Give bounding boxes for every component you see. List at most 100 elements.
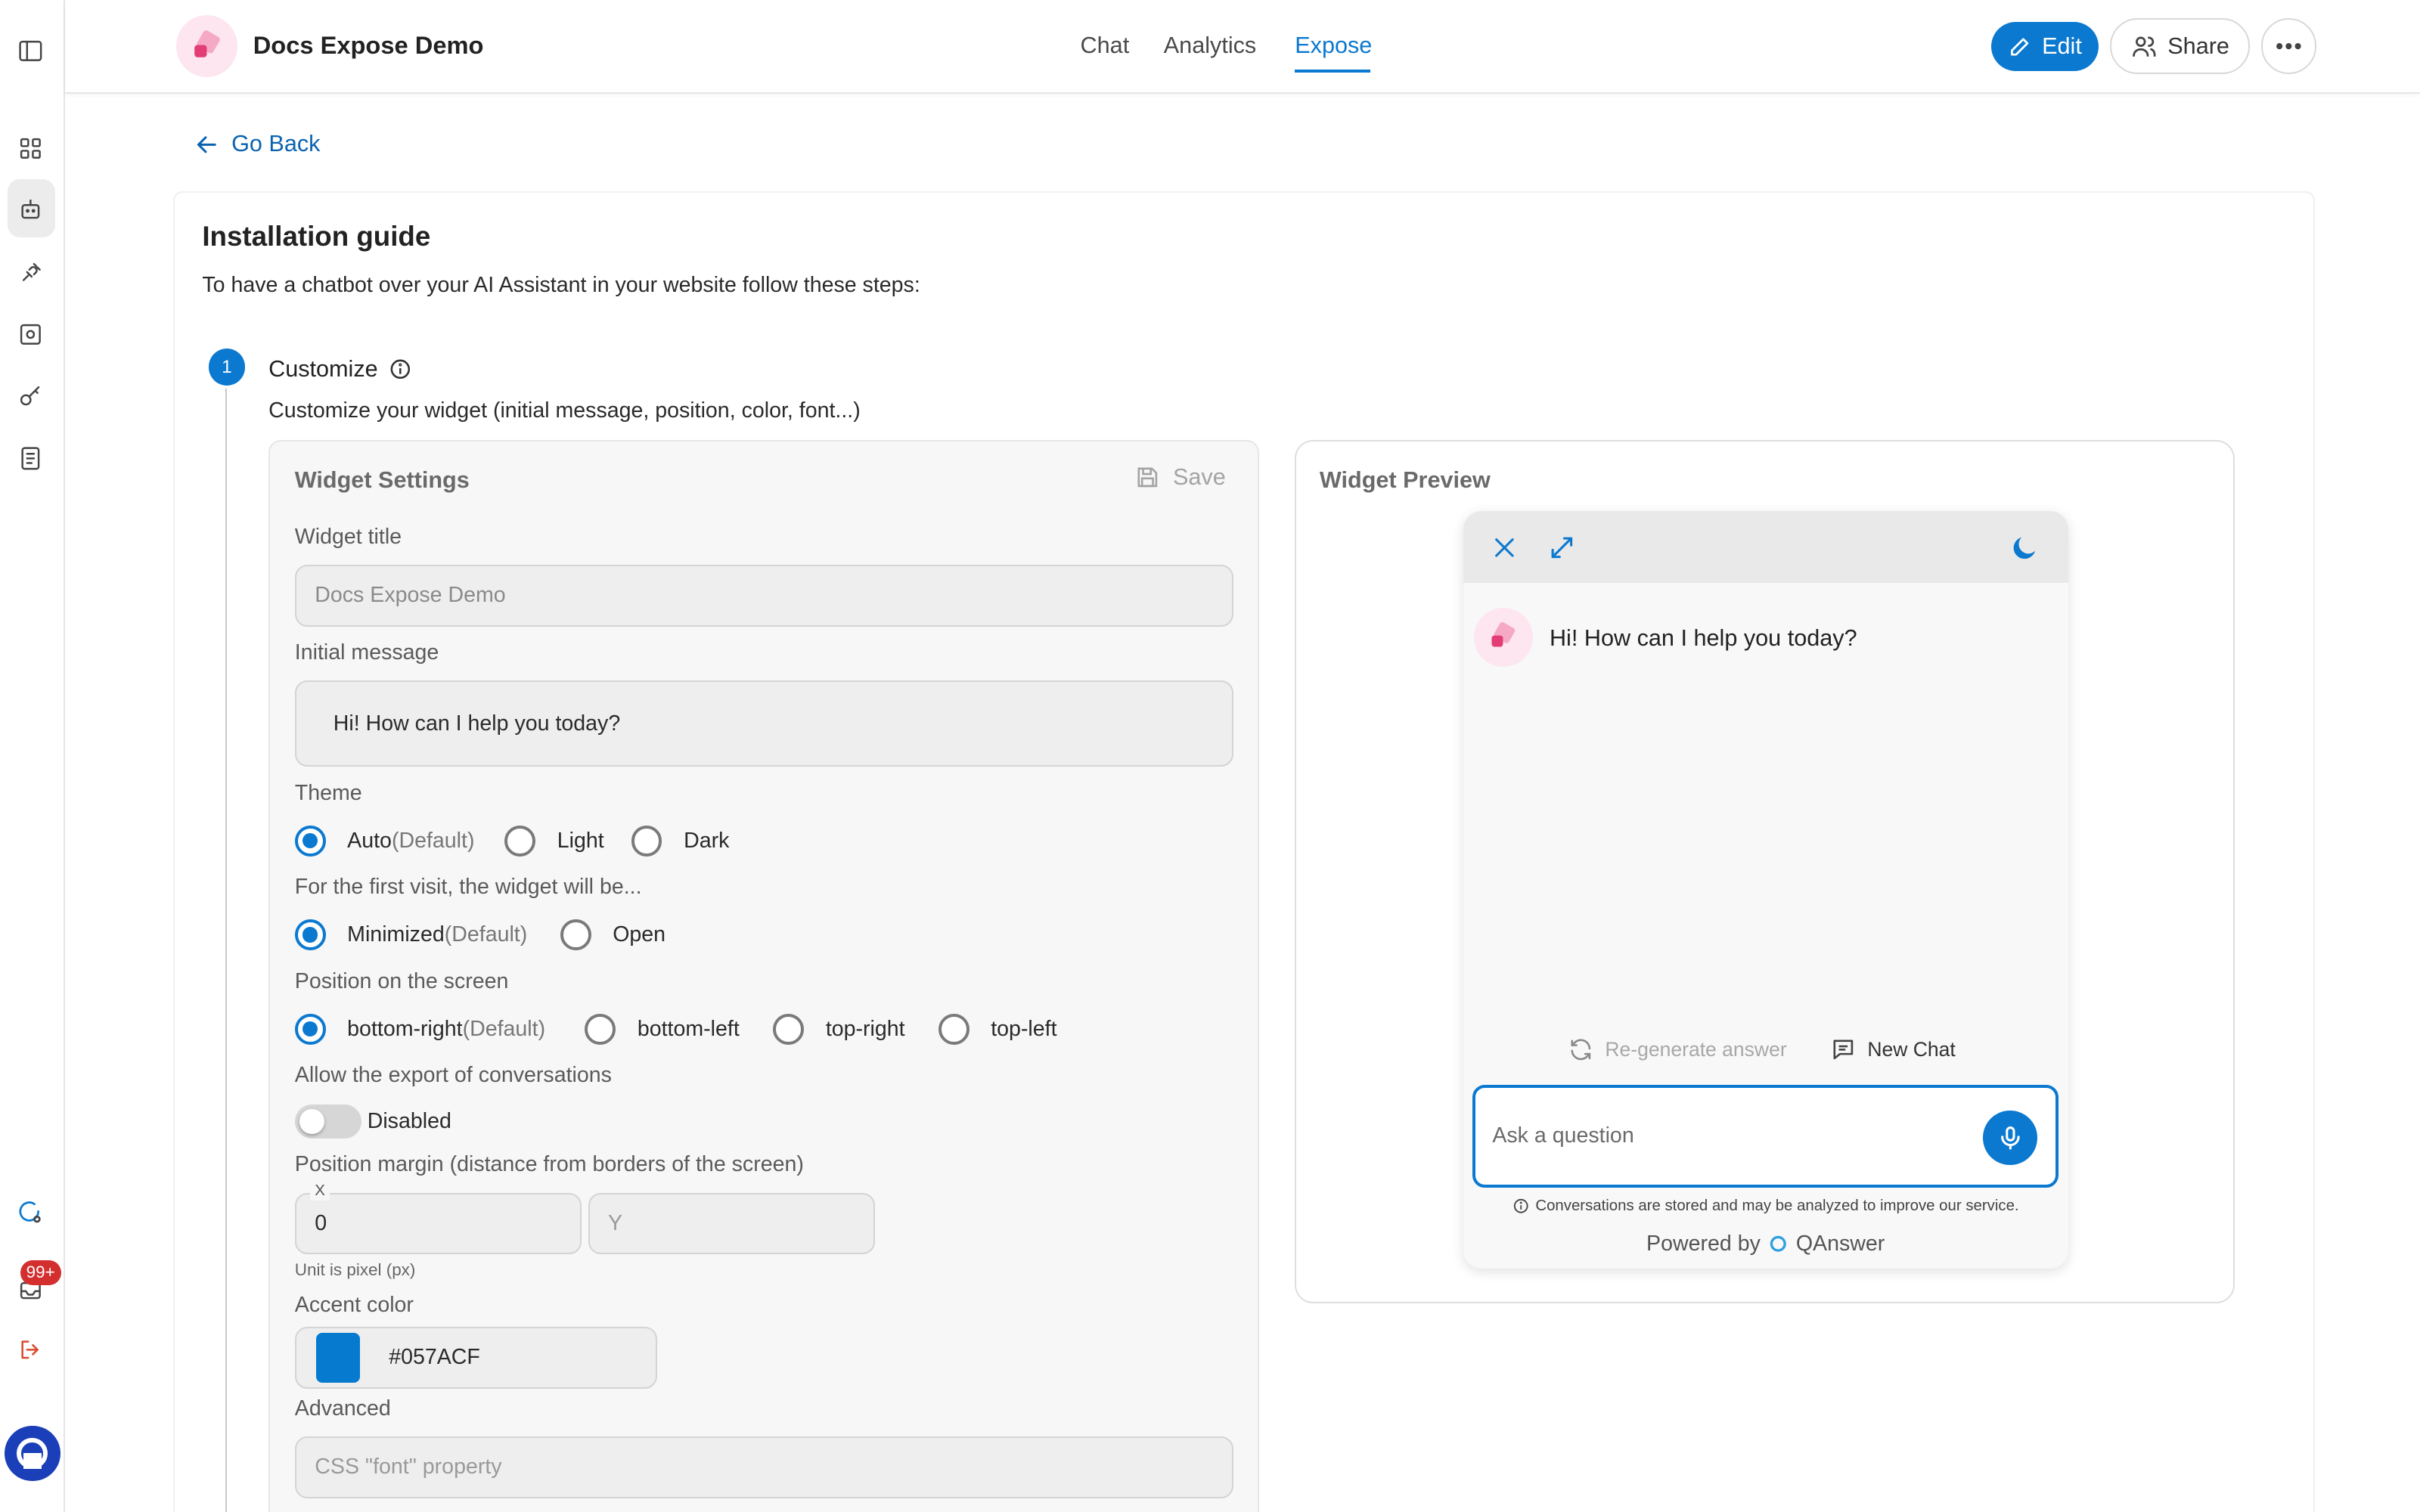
save-icon bbox=[1137, 467, 1158, 488]
new-chat-label: New Chat bbox=[1867, 1038, 1956, 1061]
question-input[interactable]: Ask a question bbox=[1472, 1084, 2059, 1188]
bot-avatar bbox=[1473, 608, 1533, 667]
theme-light-label: Light bbox=[557, 828, 604, 853]
margin-label: Position margin (distance from borders o… bbox=[294, 1152, 804, 1177]
qanswer-user-icon[interactable] bbox=[15, 1196, 46, 1227]
regenerate-button[interactable]: Re-generate answer bbox=[1568, 1036, 1787, 1063]
theme-dark-radio[interactable] bbox=[631, 825, 662, 857]
first-visit-label: For the first visit, the widget will be.… bbox=[294, 875, 642, 900]
position-label: Position on the screen bbox=[294, 968, 509, 993]
info-small-icon bbox=[1513, 1198, 1528, 1213]
question-placeholder: Ask a question bbox=[1492, 1123, 1634, 1148]
go-back-label: Go Back bbox=[231, 131, 321, 157]
info-icon[interactable] bbox=[389, 358, 412, 387]
open-radio[interactable] bbox=[560, 919, 591, 951]
advanced-label: Advanced bbox=[294, 1396, 391, 1421]
pencil-icon bbox=[2011, 38, 2029, 56]
position-top-left-radio[interactable] bbox=[938, 1013, 970, 1045]
page-description: To have a chatbot over your AI Assistant… bbox=[202, 273, 920, 298]
regenerate-label: Re-generate answer bbox=[1605, 1038, 1787, 1061]
app-title: Docs Expose Demo bbox=[253, 30, 484, 59]
brand-name[interactable]: QAnswer bbox=[1796, 1232, 1885, 1256]
minimized-radio[interactable] bbox=[294, 919, 326, 951]
position-bottom-right-radio[interactable] bbox=[294, 1013, 326, 1045]
microphone-button[interactable] bbox=[1983, 1111, 2037, 1165]
edit-label: Edit bbox=[2042, 33, 2082, 59]
chat-widget: Hi! How can I help you today? Re-generat… bbox=[1463, 510, 2068, 1269]
theme-label: Theme bbox=[294, 780, 362, 805]
margin-x-label: X bbox=[310, 1182, 330, 1201]
save-button[interactable]: Save bbox=[1134, 464, 1226, 491]
position-bottom-right-label: bottom-right(Default) bbox=[347, 1016, 546, 1041]
margin-x-input[interactable]: 0 bbox=[294, 1192, 582, 1255]
export-state-label: Disabled bbox=[367, 1109, 451, 1134]
sidebar: 99+ bbox=[0, 0, 65, 1512]
step-number: 1 bbox=[208, 349, 246, 386]
go-back-link[interactable]: Go Back bbox=[194, 131, 320, 157]
dashboard-icon[interactable] bbox=[15, 133, 46, 164]
tab-expose[interactable]: Expose bbox=[1295, 33, 1372, 59]
new-chat-button[interactable]: New Chat bbox=[1830, 1036, 1956, 1063]
theme-dark-label: Dark bbox=[684, 828, 730, 853]
margin-y-input[interactable]: Y bbox=[588, 1192, 876, 1255]
chat-icon bbox=[1833, 1040, 1854, 1060]
bot-message: Hi! How can I help you today? bbox=[1549, 624, 1857, 651]
accent-color-swatch[interactable] bbox=[316, 1333, 360, 1383]
powered-by-label: Powered by bbox=[1646, 1231, 1761, 1256]
theme-auto-radio[interactable] bbox=[294, 825, 326, 857]
disclaimer: Conversations are stored and may be anal… bbox=[1463, 1198, 2068, 1215]
save-label: Save bbox=[1172, 464, 1226, 491]
disclaimer-text: Conversations are stored and may be anal… bbox=[1535, 1197, 2019, 1214]
microphone-icon bbox=[2000, 1126, 2020, 1150]
theme-light-radio[interactable] bbox=[504, 825, 536, 857]
qanswer-logo-icon bbox=[1770, 1235, 1786, 1252]
tab-chat[interactable]: Chat bbox=[1081, 33, 1130, 59]
minimized-label: Minimized(Default) bbox=[347, 922, 528, 947]
powered-by: Powered by QAnswer bbox=[1463, 1232, 2068, 1256]
logout-icon[interactable] bbox=[15, 1334, 46, 1365]
notification-badge: 99+ bbox=[20, 1260, 61, 1285]
step-title: Customize bbox=[268, 356, 378, 383]
share-label: Share bbox=[2167, 33, 2229, 59]
moon-icon[interactable] bbox=[2009, 532, 2040, 569]
expand-icon[interactable] bbox=[1548, 534, 1576, 568]
font-property-input[interactable]: CSS "font" property bbox=[294, 1436, 1233, 1498]
avatar[interactable] bbox=[5, 1425, 60, 1482]
step-connector bbox=[225, 389, 227, 1512]
app-logo bbox=[175, 15, 238, 78]
close-icon[interactable] bbox=[1491, 534, 1519, 568]
plug-icon[interactable] bbox=[15, 258, 46, 289]
scan-icon[interactable] bbox=[15, 319, 46, 350]
settings-title: Widget Settings bbox=[294, 467, 470, 494]
open-label: Open bbox=[613, 922, 666, 947]
sidebar-toggle-icon[interactable] bbox=[15, 36, 46, 67]
export-toggle[interactable] bbox=[294, 1105, 361, 1139]
key-icon[interactable] bbox=[15, 381, 46, 412]
export-label: Allow the export of conversations bbox=[294, 1063, 612, 1088]
page-title: Installation guide bbox=[202, 220, 431, 252]
widget-title-label: Widget title bbox=[294, 524, 402, 549]
accent-color-label: Accent color bbox=[294, 1293, 414, 1318]
more-options-button[interactable] bbox=[2260, 18, 2317, 74]
initial-message-label: Initial message bbox=[294, 640, 439, 665]
arrow-left-icon bbox=[197, 135, 216, 153]
position-top-right-radio[interactable] bbox=[773, 1013, 805, 1045]
tab-analytics[interactable]: Analytics bbox=[1164, 33, 1256, 59]
initial-message-input[interactable]: Hi! How can I help you today? bbox=[294, 680, 1233, 767]
theme-auto-label: Auto(Default) bbox=[347, 828, 475, 853]
position-bottom-left-label: bottom-left bbox=[637, 1016, 740, 1041]
preview-title: Widget Preview bbox=[1319, 467, 1491, 494]
refresh-icon bbox=[1571, 1039, 1591, 1061]
position-top-right-label: top-right bbox=[825, 1016, 905, 1041]
widget-title-input[interactable]: Docs Expose Demo bbox=[294, 564, 1233, 627]
users-icon bbox=[2133, 36, 2156, 57]
position-bottom-left-radio[interactable] bbox=[585, 1013, 616, 1045]
share-button[interactable]: Share bbox=[2109, 18, 2251, 74]
position-top-left-label: top-left bbox=[991, 1016, 1057, 1041]
more-dots-icon bbox=[2276, 43, 2301, 50]
edit-button[interactable]: Edit bbox=[1990, 21, 2099, 71]
bot-icon[interactable] bbox=[15, 194, 46, 225]
tab-active-underline bbox=[1295, 69, 1371, 73]
step-description: Customize your widget (initial message, … bbox=[268, 398, 861, 423]
document-icon[interactable] bbox=[15, 443, 46, 474]
